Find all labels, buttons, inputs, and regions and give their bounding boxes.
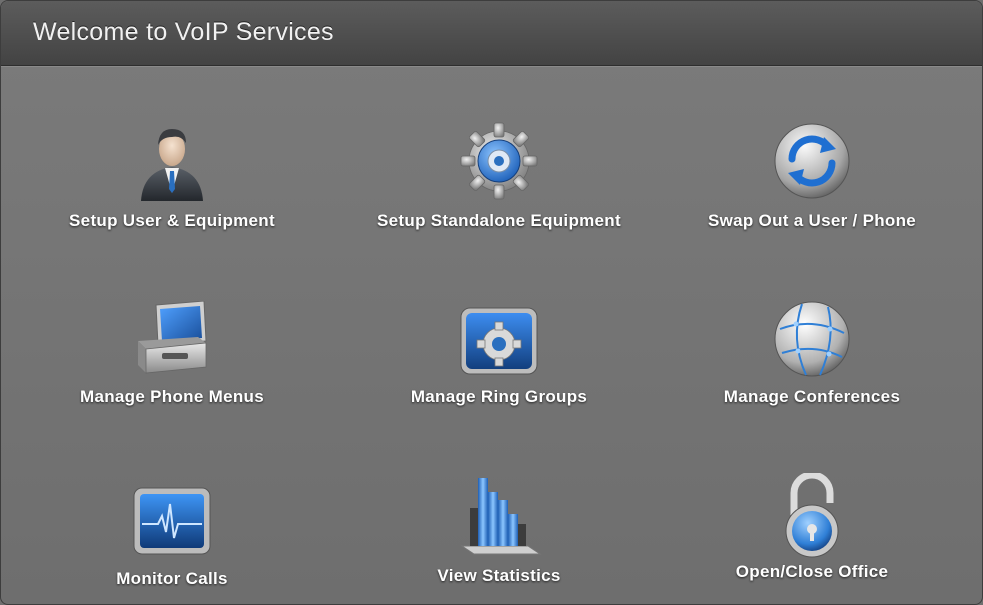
toolbox-icon: [138, 301, 207, 374]
title-bar: Welcome to VoIP Services: [1, 1, 982, 66]
monitor-icon: [133, 487, 211, 555]
refresh-icon: [774, 123, 850, 199]
gear-icon: [460, 122, 538, 200]
tile-label: Manage Conferences: [723, 387, 901, 406]
monitor-calls-tile[interactable]: Monitor Calls: [22, 471, 322, 604]
tile-label: Manage Phone Menus: [80, 387, 264, 406]
voip-window: Welcome to VoIP Services Setup User & Eq…: [0, 0, 983, 605]
setup-user-equipment-tile[interactable]: Setup User & Equipment: [22, 111, 322, 261]
globe-icon: [774, 301, 850, 377]
tile-label: Setup Standalone Equipment: [377, 211, 621, 230]
swap-out-user-phone-tile[interactable]: Swap Out a User / Phone: [662, 111, 962, 261]
padlock-icon: [785, 473, 839, 558]
manage-ring-groups-tile[interactable]: Manage Ring Groups: [349, 291, 649, 441]
tile-label: Manage Ring Groups: [410, 387, 588, 406]
open-close-office-tile[interactable]: Open/Close Office: [662, 471, 962, 604]
manage-conferences-tile[interactable]: Manage Conferences: [662, 291, 962, 441]
bar-chart-icon: [460, 478, 542, 555]
tile-label: View Statistics: [437, 566, 561, 585]
setup-standalone-equipment-tile[interactable]: Setup Standalone Equipment: [349, 111, 649, 261]
gear-box-icon: [460, 307, 538, 375]
tile-label: Monitor Calls: [116, 569, 228, 588]
tile-label: Open/Close Office: [735, 562, 889, 581]
manage-phone-menus-tile[interactable]: Manage Phone Menus: [22, 291, 322, 441]
window-title: Welcome to VoIP Services: [33, 18, 334, 46]
tile-label: Setup User & Equipment: [69, 211, 275, 230]
user-icon: [141, 129, 203, 201]
view-statistics-tile[interactable]: View Statistics: [349, 471, 649, 604]
tile-label: Swap Out a User / Phone: [707, 211, 917, 230]
